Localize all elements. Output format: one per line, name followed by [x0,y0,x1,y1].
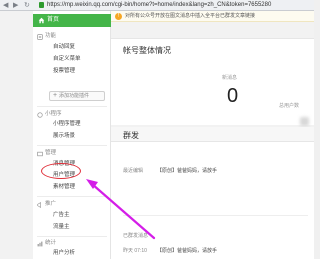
forward-icon[interactable]: ▶ [13,1,18,9]
url-field[interactable]: https://mp.weixin.qq.com/cgi-bin/home?t=… [47,1,271,10]
total-users-label: 总用户数 [279,103,300,109]
browser-window: ◀ ▶ ↻ https://mp.weixin.qq.com/cgi-bin/h… [0,0,314,259]
notice-bar[interactable]: ! 对所有公众号开放在图文消息中插入全平台已群发文章链接 [111,11,314,22]
sidebar-item-publisher[interactable]: 流量主 [53,223,70,232]
reload-icon[interactable]: ↻ [24,1,30,9]
sidebar-section-management: 管理 [45,150,57,156]
original-tag: 【原创】 [157,248,178,254]
unread-messages-count[interactable]: 0 [227,85,238,108]
article-title: 爸爸妈妈，请放手 [177,168,218,174]
page-content: 首页 功能 自动回复 自定义菜单 投票管理 + 添加功能插件 小程序 小程序管理… [0,11,314,259]
sidebar-section-statistics: 统计 [45,240,57,246]
account-overview-card: 帐号整体情况 新消息 0 总用户数 [111,38,314,126]
sidebar-section-miniprogram: 小程序 [45,111,62,117]
sidebar-divider [37,145,107,146]
recent-edit-label: 最近编辑 [123,168,144,174]
home-icon [38,17,45,24]
plus-icon: + [53,92,58,99]
section-divider [123,215,308,216]
sent-message-item[interactable]: 【原创】爸爸妈妈，请放手 [157,247,217,254]
sidebar-divider [37,196,107,197]
notice-text[interactable]: 对所有公众号开放在图文消息中插入全平台已群发文章链接 [125,12,255,21]
recent-edit-item[interactable]: 【原创】爸爸妈妈，请放手 [157,167,217,174]
sidebar-divider [37,106,107,107]
sidebar-item-user-analysis[interactable]: 用户分析 [53,249,75,258]
broadcast-title: 群发 [123,131,139,140]
sidebar-item-miniprogram-management[interactable]: 小程序管理 [53,120,81,129]
broadcast-card: 群发 最近编辑 【原创】爸爸妈妈，请放手 已群发消息 昨天 07:10 【原创】… [111,127,314,259]
notice-icon: ! [115,13,122,20]
sent-messages-header: 已群发消息 [123,233,149,239]
sidebar-section-promotion: 推广 [45,201,57,207]
add-plugin-label: 添加功能插件 [59,93,90,99]
article-title: 爸爸妈妈，请放手 [177,248,218,254]
back-icon[interactable]: ◀ [3,1,8,9]
sidebar-item-custom-menu[interactable]: 自定义菜单 [53,55,81,64]
blurred-user-count [300,117,309,126]
overview-title: 帐号整体情况 [123,46,171,55]
sidebar: 首页 功能 自动回复 自定义菜单 投票管理 + 添加功能插件 小程序 小程序管理… [33,11,111,259]
broadcast-header: 群发 [111,127,314,142]
add-plugin-button[interactable]: + 添加功能插件 [49,91,105,101]
sidebar-item-advertiser[interactable]: 广告主 [53,211,70,220]
sidebar-section-function: 功能 [45,33,57,39]
sidebar-item-auto-reply[interactable]: 自动回复 [53,43,75,52]
sidebar-item-material-management[interactable]: 素材管理 [53,183,75,192]
lock-icon [39,2,44,8]
sidebar-item-home[interactable]: 首页 [33,14,111,27]
original-tag: 【原创】 [157,168,178,174]
sent-time: 昨天 07:10 [123,248,147,254]
sidebar-divider [37,236,107,237]
unread-messages-label: 新消息 [222,75,238,81]
browser-address-bar: ◀ ▶ ↻ https://mp.weixin.qq.com/cgi-bin/h… [0,0,314,11]
sidebar-item-display-scenarios[interactable]: 展示场景 [53,132,75,141]
sidebar-item-vote-management[interactable]: 投票管理 [53,67,75,76]
highlight-circle-annotation [41,163,81,179]
sidebar-item-label: 首页 [47,17,60,23]
